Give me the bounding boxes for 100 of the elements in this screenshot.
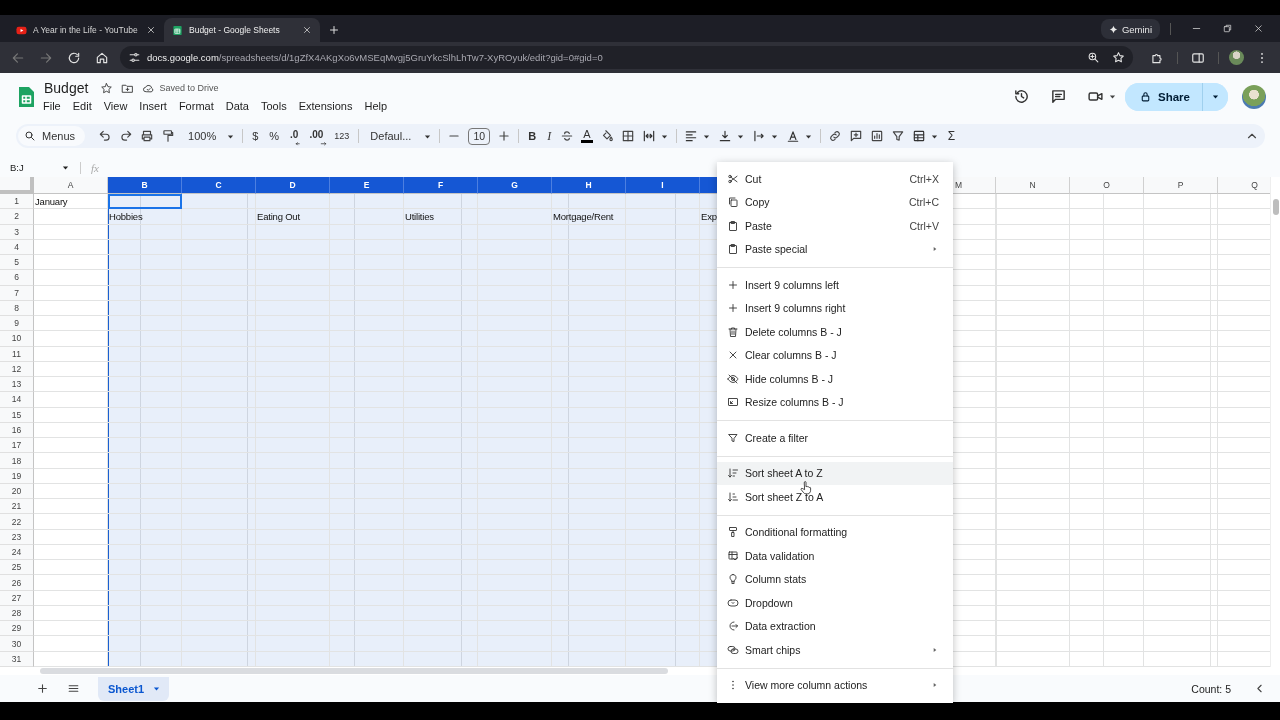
row-number[interactable]: 14 <box>0 392 34 408</box>
menu-item[interactable]: Data extraction <box>717 614 953 638</box>
menu-item[interactable]: Extensions <box>292 99 359 113</box>
table-dropdown[interactable] <box>911 129 939 143</box>
column-header[interactable]: I <box>626 177 700 194</box>
menus-search[interactable]: Menus <box>18 126 86 146</box>
history-icon[interactable] <box>1013 88 1031 105</box>
menu-item[interactable]: Dropdown <box>717 591 953 615</box>
row-number[interactable]: 17 <box>0 438 34 454</box>
browser-tab[interactable]: Budget - Google Sheets <box>164 18 320 42</box>
menu-item[interactable]: Paste Ctrl+V <box>717 214 953 238</box>
column-header[interactable]: H <box>552 177 626 194</box>
menu-item[interactable]: File <box>37 99 67 113</box>
menu-item[interactable]: Help <box>358 99 394 113</box>
paint-format-icon[interactable] <box>161 129 176 143</box>
name-box[interactable]: B:J <box>10 162 72 173</box>
column-header[interactable]: A <box>34 177 108 194</box>
row-number[interactable]: 25 <box>0 560 34 576</box>
column-header[interactable]: N <box>996 177 1070 194</box>
text-color-button[interactable]: A <box>581 129 593 143</box>
font-size-field[interactable]: 10 <box>468 127 491 145</box>
row-number[interactable]: 21 <box>0 499 34 515</box>
menu-item[interactable]: View more column actions <box>717 673 953 697</box>
bold-button[interactable]: B <box>526 130 539 142</box>
row-number[interactable]: 10 <box>0 331 34 347</box>
row-number[interactable]: 6 <box>0 270 34 286</box>
menu-item[interactable]: Clear columns B - J <box>717 343 953 367</box>
comment-icon[interactable] <box>1050 88 1068 105</box>
close-icon[interactable] <box>1253 23 1264 34</box>
menu-item[interactable]: Paste special <box>717 237 953 261</box>
filter-icon[interactable] <box>890 129 905 143</box>
menu-item[interactable]: Column stats <box>717 567 953 591</box>
rotate-dropdown[interactable] <box>785 129 813 143</box>
align-dropdown[interactable] <box>683 129 711 143</box>
menu-item[interactable]: Insert <box>133 99 173 113</box>
row-number[interactable]: 13 <box>0 377 34 393</box>
font-dropdown[interactable]: Defaul... <box>366 130 433 142</box>
italic-button[interactable]: I <box>545 128 554 144</box>
gemini-button[interactable]: Gemini <box>1100 19 1160 39</box>
column-header[interactable]: D <box>256 177 330 194</box>
browser-tab[interactable]: A Year in the Life - YouTube <box>8 18 164 42</box>
column-header[interactable]: E <box>330 177 404 194</box>
star-icon[interactable] <box>100 81 114 95</box>
back-icon[interactable] <box>11 50 25 65</box>
row-number[interactable]: 2 <box>0 209 34 225</box>
row-number[interactable]: 29 <box>0 621 34 637</box>
add-sheet-icon[interactable] <box>36 682 49 695</box>
menu-item[interactable]: Conditional formatting <box>717 520 953 544</box>
percent-button[interactable]: % <box>267 130 282 142</box>
sheet-list-icon[interactable] <box>67 682 80 695</box>
home-icon[interactable] <box>95 50 109 65</box>
menu-item[interactable]: Create a filter <box>717 426 953 450</box>
menu-item[interactable]: Data <box>219 99 255 113</box>
active-cell[interactable] <box>108 194 182 210</box>
scrollbar[interactable] <box>1273 199 1279 215</box>
avatar[interactable] <box>1229 50 1244 65</box>
print-icon[interactable] <box>140 129 155 143</box>
new-tab-icon[interactable] <box>328 24 340 36</box>
column-header[interactable]: O <box>1070 177 1144 194</box>
avatar[interactable] <box>1242 84 1266 109</box>
row-number[interactable]: 9 <box>0 316 34 332</box>
menu-item[interactable]: Format <box>172 99 220 113</box>
close-icon[interactable] <box>146 25 156 35</box>
menu-item[interactable]: Sort sheet A to Z <box>717 461 953 485</box>
decrease-decimals-button[interactable]: .0 <box>288 129 301 143</box>
zoom-dropdown[interactable]: 100% <box>188 130 236 142</box>
number-format-button[interactable]: 123 <box>332 131 352 141</box>
column-header[interactable]: F <box>404 177 478 194</box>
menu-item[interactable]: Smart chips <box>717 638 953 662</box>
scrollbar[interactable] <box>40 668 668 674</box>
row-number[interactable]: 26 <box>0 575 34 591</box>
column-header[interactable]: B <box>108 177 182 194</box>
table-cell[interactable]: January <box>34 194 108 210</box>
reload-icon[interactable] <box>67 50 81 65</box>
forward-icon[interactable] <box>39 50 53 65</box>
menu-item[interactable]: Delete columns B - J <box>717 320 953 344</box>
row-number[interactable]: 5 <box>0 255 34 271</box>
address-field[interactable]: docs.google.com/spreadsheets/d/1gZfX4AKgXo6vMSEqMvgj5GruYkcSlhLhTw7-XyROyuk/edit?gid=0#gid=0 <box>120 46 1133 69</box>
table-cell[interactable]: Hobbies <box>108 209 182 225</box>
vertical-align-dropdown[interactable] <box>717 129 745 143</box>
link-icon[interactable] <box>827 129 842 143</box>
restore-icon[interactable] <box>1222 23 1233 34</box>
wrap-dropdown[interactable] <box>751 129 779 143</box>
menu-item[interactable]: View <box>97 99 134 113</box>
row-number[interactable]: 30 <box>0 636 34 652</box>
strikethrough-icon[interactable] <box>560 129 575 143</box>
undo-icon[interactable] <box>98 129 113 143</box>
plus-icon[interactable] <box>497 129 512 143</box>
menu-item[interactable]: Sort sheet Z to A <box>717 485 953 509</box>
column-header[interactable]: Q <box>1218 177 1270 194</box>
star-icon[interactable] <box>1112 51 1125 64</box>
column-header[interactable]: P <box>1144 177 1218 194</box>
menu-item[interactable]: Tools <box>254 99 293 113</box>
row-number[interactable]: 22 <box>0 514 34 530</box>
document-title[interactable]: Budget <box>44 80 89 96</box>
row-number[interactable]: 1 <box>0 194 34 210</box>
currency-button[interactable]: $ <box>250 130 261 142</box>
chart-icon[interactable] <box>869 129 884 143</box>
zoom-in-icon[interactable] <box>1087 51 1100 64</box>
add-comment-icon[interactable] <box>848 129 863 143</box>
